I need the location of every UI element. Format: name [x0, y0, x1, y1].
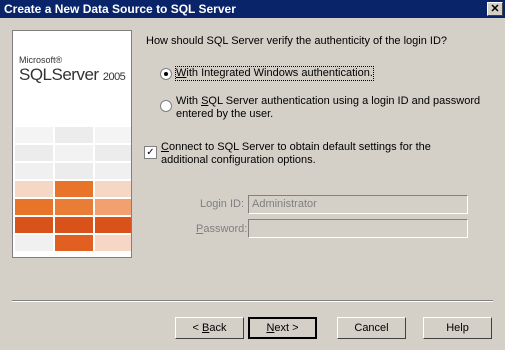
help-button[interactable]: Help — [423, 317, 492, 339]
decor-tile — [15, 181, 53, 197]
cancel-button[interactable]: Cancel — [337, 317, 406, 339]
decor-tile — [15, 163, 53, 179]
password-label: Password: — [196, 223, 248, 235]
logo-microsoft: Microsoft® — [19, 55, 63, 65]
connect-checkbox-label[interactable]: Connect to SQL Server to obtain default … — [161, 141, 431, 167]
decor-tile — [95, 181, 131, 197]
decor-tile — [55, 217, 93, 233]
login-id-field[interactable]: Administrator — [248, 195, 468, 214]
radio-windows-auth[interactable] — [160, 68, 172, 80]
decor-tile — [15, 127, 53, 143]
decor-tile — [55, 127, 93, 143]
separator — [12, 300, 493, 302]
radio-windows-auth-label[interactable]: With Integrated Windows authentication. — [175, 66, 374, 81]
decor-tile — [55, 181, 93, 197]
decor-tile — [55, 163, 93, 179]
decor-tile — [55, 199, 93, 215]
sql-server-logo-panel: Microsoft® SQLServer 2005 — [12, 30, 132, 258]
decor-tile — [15, 235, 53, 251]
decor-tile — [15, 199, 53, 215]
radio-sql-auth[interactable] — [160, 100, 172, 112]
decor-tile — [55, 235, 93, 251]
connect-checkbox[interactable]: ✓ — [144, 146, 157, 159]
dialog-window: Create a New Data Source to SQL Server ✕… — [0, 0, 505, 350]
decor-tile — [95, 163, 131, 179]
decor-tile — [95, 127, 131, 143]
decor-tile — [15, 217, 53, 233]
next-button[interactable]: Next > — [248, 317, 317, 339]
decor-tile — [95, 145, 131, 161]
window-title: Create a New Data Source to SQL Server — [4, 2, 236, 16]
decor-tile — [95, 199, 131, 215]
radio-sql-auth-label[interactable]: With SQL Server authentication using a l… — [176, 95, 480, 121]
title-bar[interactable]: Create a New Data Source to SQL Server ✕ — [0, 0, 505, 18]
close-icon: ✕ — [490, 3, 500, 15]
decor-tile — [95, 217, 131, 233]
auth-question: How should SQL Server verify the authent… — [146, 35, 448, 47]
close-button[interactable]: ✕ — [487, 2, 503, 16]
login-id-label: Login ID: — [200, 198, 245, 210]
password-field[interactable] — [248, 219, 468, 238]
decor-tile — [55, 145, 93, 161]
logo-product: SQLServer 2005 — [19, 65, 126, 84]
back-button[interactable]: < Back — [175, 317, 244, 339]
decor-tile — [15, 145, 53, 161]
decor-tile — [95, 235, 131, 251]
